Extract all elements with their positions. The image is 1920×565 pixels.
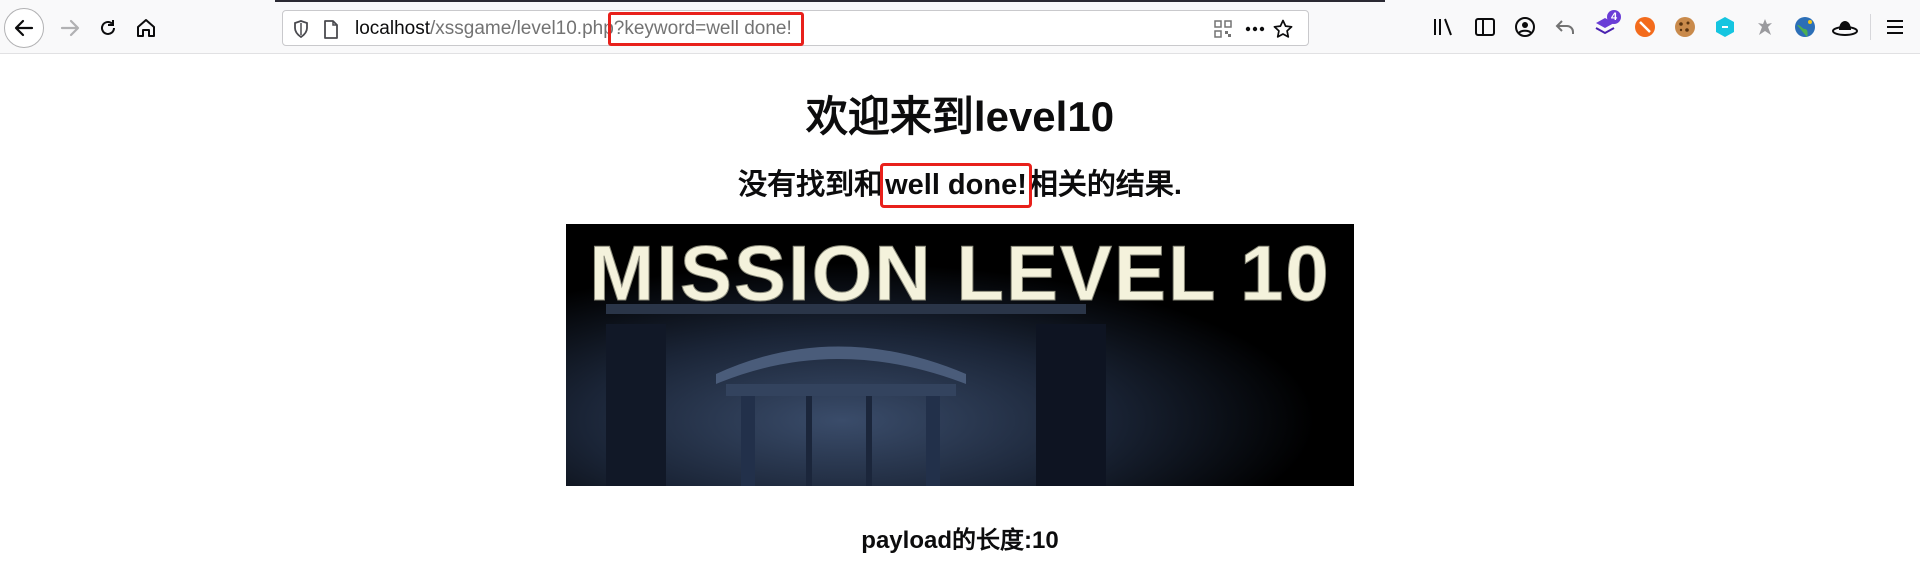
browser-toolbar: localhost/xssgame/level10.php?keyword=we… [0,0,1920,54]
qr-code-icon[interactable] [1211,19,1235,39]
hat-icon[interactable] [1832,14,1858,40]
extension-icon-orange[interactable] [1632,14,1658,40]
extension-icon-gray[interactable] [1752,14,1778,40]
globe-icon[interactable] [1792,14,1818,40]
page-content: 欢迎来到level10 没有找到和well done!相关的结果. MISSIO… [0,55,1920,565]
library-icon[interactable] [1430,14,1456,40]
url-query-highlight [608,12,804,46]
search-result-message: 没有找到和well done!相关的结果. [0,161,1920,208]
result-suffix: 相关的结果. [1028,169,1182,201]
result-prefix: 没有找到和 [738,169,884,201]
banner-text: MISSION LEVEL 10 [589,229,1330,317]
more-icon[interactable] [1243,19,1267,39]
back-button[interactable] [4,8,44,48]
url-path: /xssgame/level10.php [430,18,614,39]
tab-strip-edge [275,0,1385,2]
account-icon[interactable] [1512,14,1538,40]
forward-button[interactable] [50,8,90,48]
payload-label: payload的长度: [861,527,1032,554]
star-icon[interactable] [1271,19,1295,39]
home-icon [137,19,155,37]
extension-icon-cyan[interactable] [1712,14,1738,40]
reload-button[interactable] [88,8,128,48]
page-icon[interactable] [321,19,341,39]
url-host: localhost [355,18,430,39]
payload-value: 10 [1031,527,1059,554]
back-arrow-icon [14,19,34,37]
shield-icon[interactable] [291,19,311,39]
menu-icon[interactable] [1882,14,1908,40]
toolbar-separator [1870,14,1871,40]
mission-banner-image: MISSION LEVEL 10 [566,224,1354,486]
reload-icon [101,20,115,35]
payload-length: payload的长度:10 [0,520,1920,555]
page-title: 欢迎来到level10 [805,93,1115,140]
sidebar-icon[interactable] [1472,14,1498,40]
undo-icon[interactable] [1552,14,1578,40]
home-button[interactable] [126,8,166,48]
extension-badge: 4 [1607,10,1621,24]
forward-arrow-icon [60,19,80,37]
cookie-icon[interactable] [1672,14,1698,40]
keyword-highlight: well done! [880,163,1032,208]
